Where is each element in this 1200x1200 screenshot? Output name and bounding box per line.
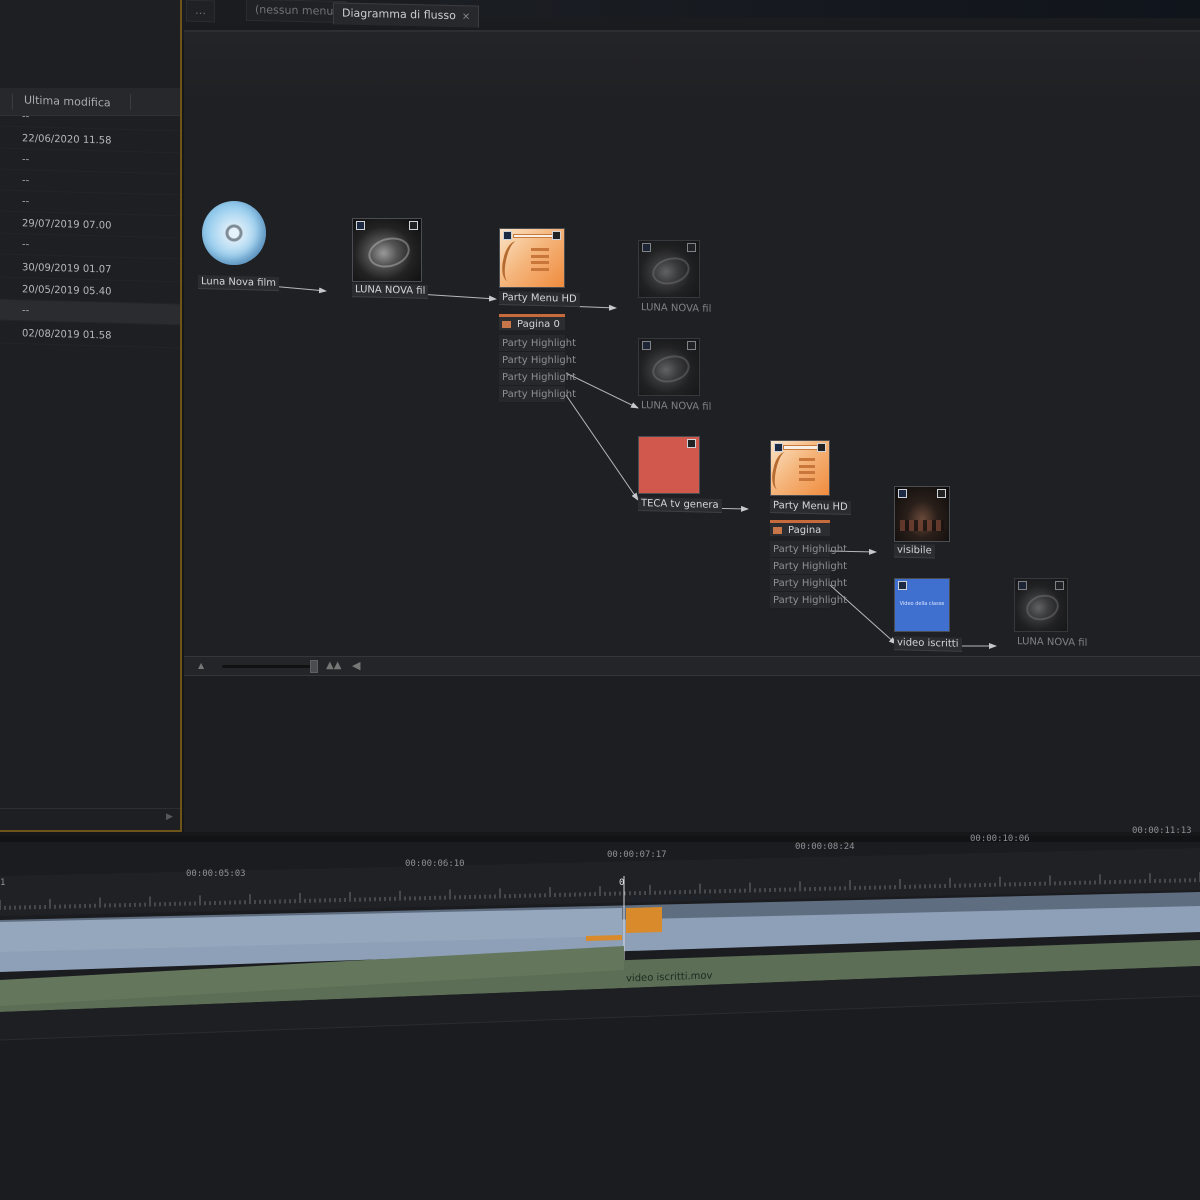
link-timeline-menu — [417, 293, 497, 302]
highlight-button[interactable]: Party Highlight — [499, 386, 576, 403]
zoom-slider-handle[interactable] — [310, 660, 318, 673]
timecode-label: 00:00:06:10 — [405, 859, 465, 869]
project-panel: Ultima modifica -- 22/06/2020 11.58 -- -… — [0, 0, 182, 832]
node-label: LUNA NOVA fil — [641, 302, 712, 315]
ruler-start-label: 1 — [0, 878, 6, 888]
clip-marker — [586, 935, 622, 941]
timecode-label: 00:00:05:03 — [186, 869, 246, 879]
disc-label: Luna Nova film — [198, 275, 280, 291]
flowchart-panel: Luna Nova film LUNA NOVA fil Party Menu … — [184, 30, 1200, 658]
page-label: Pagina 0 — [517, 319, 560, 330]
highlight-button[interactable]: Party Highlight — [499, 352, 576, 369]
node-label: visibile — [894, 543, 935, 559]
link-highlight-teca — [565, 394, 639, 501]
timecode-label: 00:00:11:13 — [1132, 826, 1192, 836]
zoom-slider-track[interactable] — [222, 665, 318, 668]
link-highlight-video — [829, 584, 897, 645]
page-icon — [502, 321, 511, 328]
tab-previous[interactable]: … — [186, 0, 215, 23]
node-label: video iscritti — [894, 636, 962, 652]
menu-title: Party Menu HD — [499, 291, 580, 307]
tab-no-menu[interactable]: (nessun menu) — [246, 0, 347, 24]
menu-page-row[interactable]: Pagina 0 — [770, 520, 830, 552]
properties-panel — [184, 676, 1200, 832]
zoom-out-icon[interactable]: ▲ — [198, 661, 204, 670]
collapse-icon[interactable]: ◀ — [352, 659, 360, 672]
link-highlight-target-b — [565, 372, 639, 409]
list-item[interactable]: -- — [0, 233, 180, 260]
chapter-marker — [626, 907, 662, 933]
node-label: LUNA NOVA fil — [641, 400, 712, 413]
list-item-selected[interactable]: -- — [0, 299, 180, 326]
tab-flowchart[interactable]: Diagramma di flusso × — [333, 2, 480, 28]
timecode-label: 00:00:07:17 — [607, 850, 667, 860]
page-icon — [773, 527, 782, 534]
node-label: LUNA NOVA fil — [1017, 636, 1088, 649]
timecode-label: 00:00:08:24 — [795, 842, 855, 852]
timecode-label: 00:00:10:06 — [970, 834, 1030, 844]
highlight-button[interactable]: Party Highlight — [770, 592, 847, 609]
highlight-button[interactable]: Party Highlight — [770, 558, 847, 575]
thumbnail-text: Video della classe — [899, 600, 945, 607]
highlight-button[interactable]: Party Highlight — [499, 335, 576, 352]
menu-page-row[interactable]: Pagina 0 — [499, 314, 565, 330]
highlight-button[interactable]: Party Highlight — [770, 541, 847, 558]
node-label: LUNA NOVA fil — [352, 283, 429, 299]
menu-title: Party Menu HD — [770, 499, 851, 515]
timeline-panel: 1 00:00:05:03 00:00:06:10 00:00:07:17 00… — [0, 826, 1200, 1200]
tab-label: (nessun menu) — [255, 3, 338, 18]
highlight-button[interactable]: Party Highlight — [770, 575, 847, 592]
highlight-button[interactable]: Party Highlight — [499, 369, 576, 386]
list-item[interactable]: 02/08/2019 01.58 — [0, 322, 180, 349]
zoom-bar: ▲ ▲▲ ◀ — [184, 656, 1200, 676]
tab-label: … — [195, 3, 206, 18]
timeline-tracks — [0, 848, 1200, 1041]
close-icon[interactable]: × — [462, 11, 470, 22]
scroll-right-icon[interactable]: ▶ — [166, 812, 173, 822]
zoom-in-icon[interactable]: ▲▲ — [326, 660, 341, 671]
tab-label: Diagramma di flusso — [342, 6, 456, 23]
disc-icon[interactable] — [202, 201, 266, 265]
playhead-handle[interactable]: 0 — [619, 878, 624, 888]
node-label: TECA tv genera — [638, 496, 722, 514]
